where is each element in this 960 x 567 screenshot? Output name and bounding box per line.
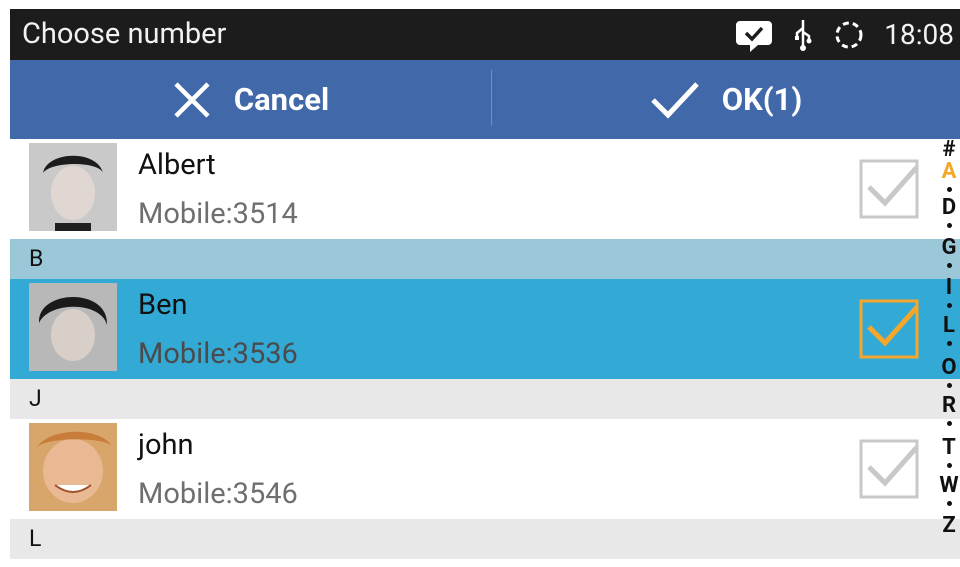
status-bar: Choose number 18:08 [10,9,960,60]
cancel-button[interactable]: Cancel [10,60,491,139]
contact-row-albert[interactable]: Albert Mobile:3514 [10,139,960,239]
checkbox[interactable] [859,437,921,499]
index-dot [947,341,952,346]
section-header-b: B [10,239,960,279]
index-dot [947,463,952,468]
index-item[interactable]: O [938,357,960,379]
index-item-active[interactable]: A [938,161,960,183]
contact-name: john [138,428,194,462]
index-dot [947,187,952,192]
index-item[interactable]: W [938,475,960,497]
section-header-l: L [10,519,960,559]
ok-label: OK(1) [721,81,803,118]
section-header-j: J [10,379,960,419]
index-dot [947,303,952,308]
index-item[interactable]: D [938,197,960,219]
index-item[interactable]: G [938,237,960,259]
contact-row-ben[interactable]: Ben Mobile:3536 [10,279,960,379]
checkbox[interactable] [859,157,921,219]
checkbox[interactable] [859,297,921,359]
index-dot [947,421,952,426]
close-icon [174,81,210,118]
contact-number: Mobile:3546 [138,477,298,511]
chat-check-icon [736,21,773,52]
cancel-label: Cancel [233,81,330,118]
status-time: 18:08 [884,18,954,51]
index-dot [947,501,952,506]
contact-name: Albert [138,148,216,182]
index-dot [947,223,952,228]
contact-row-john[interactable]: john Mobile:3546 [10,419,960,519]
alphabet-index[interactable]: # A D G I L O R T W Z [938,139,960,549]
contact-list[interactable]: Albert Mobile:3514 B Ben Mobile:3536 J j… [10,139,960,567]
action-bar: Cancel OK(1) [10,60,960,139]
status-title: Choose number [22,17,227,51]
ok-button[interactable]: OK(1) [492,60,960,139]
sync-icon [835,21,863,49]
index-dot [947,383,952,388]
avatar [29,283,117,371]
index-item[interactable]: L [938,315,960,337]
contact-name: Ben [138,288,188,322]
index-item[interactable]: T [938,437,960,459]
usb-icon [795,20,812,51]
index-dot [947,263,952,268]
status-icons: 18:08 [734,17,954,53]
avatar [29,143,117,231]
avatar [29,423,117,511]
index-item[interactable]: Z [938,515,960,537]
index-item[interactable]: R [938,395,960,417]
contact-number: Mobile:3536 [138,337,298,371]
index-item[interactable]: # [938,139,960,161]
contact-number: Mobile:3514 [138,197,298,231]
index-item[interactable]: I [938,277,960,299]
check-icon [650,81,699,119]
